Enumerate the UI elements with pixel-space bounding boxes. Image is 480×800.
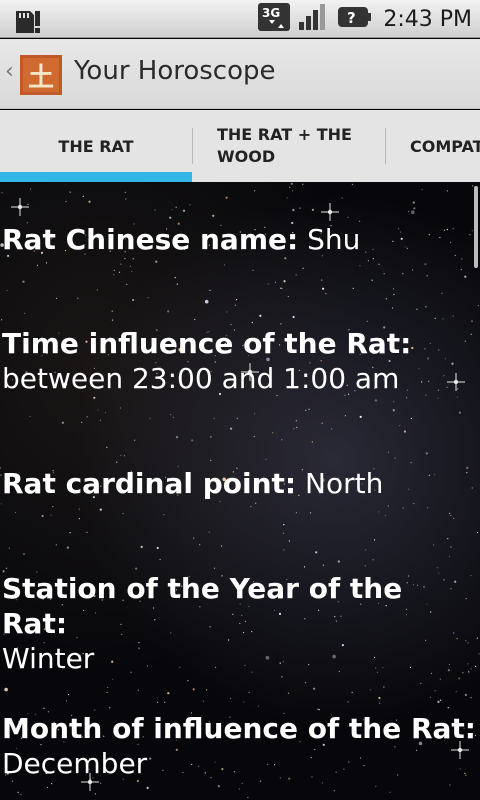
app-title: Your Horoscope (74, 56, 276, 86)
app-title-bar: ‹ 土 Your Horoscope (0, 39, 480, 109)
status-bar: 3G ? 2:43 PM (0, 0, 480, 38)
battery-unknown-icon: ? (337, 2, 372, 36)
info-cardinal-point: Rat cardinal point: North (2, 466, 476, 501)
info-label: Month of influence of the Rat: (2, 712, 477, 745)
app-logo-icon[interactable]: 土 (18, 53, 64, 97)
status-clock: 2:43 PM (383, 6, 472, 32)
info-value: December (2, 747, 148, 780)
info-time-influence: Time influence of the Rat: between 23:00… (2, 326, 476, 396)
tab-compatibility[interactable]: COMPAT (386, 110, 480, 182)
info-label: Rat Chinese name: (2, 223, 299, 256)
info-value: Winter (2, 642, 95, 675)
svg-text:?: ? (347, 9, 356, 27)
info-label: Station of the Year of the Rat: (2, 572, 403, 640)
signal-strength-icon (297, 2, 331, 36)
sd-card-notification-icon (12, 5, 42, 39)
info-label: Rat cardinal point: (2, 467, 297, 500)
svg-text:3G: 3G (262, 6, 280, 20)
svg-text:土: 土 (28, 63, 54, 93)
info-label: Time influence of the Rat: (2, 327, 412, 360)
info-value: Shu (307, 223, 361, 256)
back-chevron-icon[interactable]: ‹ (5, 59, 14, 84)
info-value: North (305, 467, 384, 500)
scrollbar[interactable] (474, 186, 478, 268)
3g-data-icon: 3G (257, 2, 291, 36)
info-value: between 23:00 and 1:00 am (2, 362, 400, 395)
tab-the-rat-the-wood[interactable]: THE RAT + THE WOOD (193, 110, 385, 182)
info-chinese-name: Rat Chinese name: Shu (2, 222, 476, 257)
info-station: Station of the Year of the Rat: Winter (2, 571, 476, 676)
info-month: Month of influence of the Rat: December (2, 711, 476, 781)
horoscope-content[interactable]: Rat Chinese name: Shu Time influence of … (0, 182, 480, 800)
selected-tab-indicator (0, 172, 192, 182)
